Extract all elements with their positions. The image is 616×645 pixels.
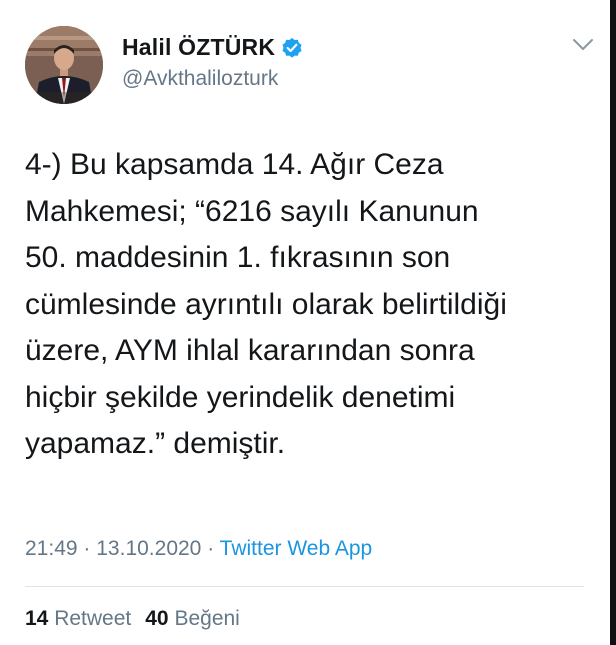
verified-badge-icon	[281, 37, 303, 59]
screen-edge	[610, 0, 616, 645]
author-name-row[interactable]: Halil ÖZTÜRK	[122, 34, 303, 61]
retweets-stat[interactable]: 14 Retweet	[25, 607, 131, 630]
retweets-label: Retweet	[54, 607, 132, 630]
meta-separator: ·	[207, 537, 215, 560]
tweet-line: 4-) Bu kapsamda 14. Ağır Ceza	[25, 148, 444, 181]
tweet-line: hiçbir şekilde yerindelik denetimi	[25, 380, 456, 414]
divider	[25, 586, 584, 587]
tweet-line: 50. maddesinin 1. fıkrasının son	[25, 241, 451, 274]
avatar[interactable]	[25, 26, 103, 104]
meta-separator: ·	[83, 537, 91, 560]
tweet-date[interactable]: 13.10.2020	[96, 537, 201, 560]
chevron-down-icon[interactable]	[572, 38, 594, 52]
author-display-name[interactable]: Halil ÖZTÜRK	[122, 34, 275, 61]
tweet-line: Mahkemesi; “6216 sayılı Kanunun	[25, 194, 479, 228]
tweet-line: üzere, AYM ihlal kararından sonra	[25, 334, 475, 367]
retweets-count: 14	[25, 607, 49, 630]
likes-count: 40	[145, 607, 169, 630]
tweet-time[interactable]: 21:49	[25, 537, 78, 560]
tweet-line: cümlesinde ayrıntılı olarak belirtildiği	[25, 287, 507, 321]
tweet-meta: 21:49 · 13.10.2020 · Twitter Web App	[25, 537, 372, 561]
author-handle[interactable]: @Avkthalilozturk	[122, 67, 278, 91]
tweet-stats: 14 Retweet 40 Beğeni	[25, 607, 240, 631]
likes-stat[interactable]: 40 Beğeni	[145, 607, 240, 630]
likes-label: Beğeni	[174, 607, 240, 630]
tweet-text: 4-) Bu kapsamda 14. Ağır Ceza Mahkemesi;…	[25, 142, 595, 468]
tweet-line: yapamaz.” demiştir.	[25, 427, 286, 460]
tweet-source-link[interactable]: Twitter Web App	[220, 537, 373, 560]
